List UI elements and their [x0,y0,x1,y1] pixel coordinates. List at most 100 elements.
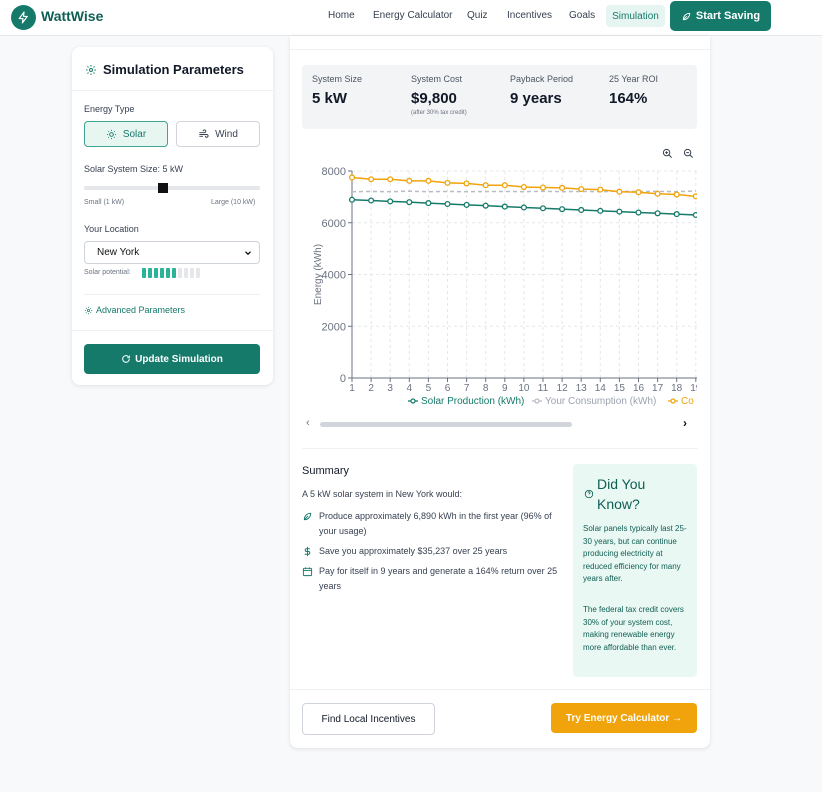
data-point [578,206,585,213]
location-label: Your Location [84,224,139,234]
wind-option-button[interactable]: Wind [176,121,260,147]
chevron-right-icon[interactable]: › [683,416,687,430]
app-name[interactable]: WattWise [41,8,103,24]
y-tick-label: 8000 [322,166,346,178]
zoom-out-icon[interactable] [683,148,694,159]
stat-value: 5 kW [312,90,348,107]
x-tick-label: 16 [633,383,645,394]
start-saving-button[interactable]: Start Saving [670,1,771,31]
data-point [520,183,527,191]
legend-swatch [534,398,540,404]
slider-max-label: Large (10 kW) [211,199,256,206]
data-point [425,200,432,207]
refresh-icon [122,355,130,363]
divider [84,294,260,295]
nav-goals[interactable]: Goals [569,10,595,21]
zoom-in-icon[interactable] [662,148,673,159]
stat-subtext: (after 30% tax credit) [411,110,467,116]
gear-icon [84,306,93,314]
stat-value: $9,800 [411,90,457,107]
x-tick-label: 17 [652,383,664,394]
solar-option-button[interactable]: Solar [84,121,168,147]
data-point [444,179,451,186]
data-point [444,200,451,208]
legend-label: Co [681,396,694,407]
y-tick-label: 2000 [322,321,346,333]
potential-bar [142,268,146,278]
x-tick-label: 13 [576,383,588,394]
data-point [348,174,356,181]
update-simulation-button[interactable]: Update Simulation [84,344,260,374]
divider [290,689,710,690]
try-energy-calculator-button[interactable]: Try Energy Calculator → [551,703,697,733]
find-local-incentives-button[interactable]: Find Local Incentives [302,703,435,735]
chart-scrollbar[interactable] [320,422,572,427]
summary-item: Save you approximately $35,237 over 25 y… [302,544,567,559]
x-tick-label: 6 [445,383,451,394]
data-point [559,206,566,213]
leaf-icon [303,512,312,521]
nav-incentives[interactable]: Incentives [507,10,552,21]
data-point [406,199,413,206]
nav-quiz[interactable]: Quiz [467,10,488,21]
nav-home[interactable]: Home [328,10,355,21]
data-point [673,191,680,198]
sun-icon [106,129,116,139]
legend-swatch [410,398,416,404]
x-tick-label: 15 [614,383,626,394]
chevron-left-icon[interactable]: ‹ [306,417,310,429]
solar-potential-meter [142,268,200,278]
potential-bar [178,268,182,278]
x-tick-label: 11 [538,383,549,394]
location-select[interactable]: New York [84,241,260,264]
data-point [692,193,697,200]
chevron-down-icon [245,251,251,256]
simulation-results-card: System Size 5 kW System Cost $9,800 (aft… [290,36,710,748]
x-tick-label: 4 [407,383,413,394]
top-navbar: WattWise Home Energy Calculator Quiz Inc… [0,0,822,36]
bolt-icon[interactable] [11,5,36,30]
x-tick-label: 3 [387,383,393,394]
potential-bar [166,268,170,278]
data-point [635,189,642,196]
stat-label: System Cost [411,74,463,84]
nav-simulation[interactable]: Simulation [606,5,665,27]
x-tick-label: 7 [464,383,470,394]
data-point [597,207,604,214]
system-size-label: Solar System Size: 5 kW [84,164,184,174]
data-point [539,205,547,212]
potential-bar [196,268,200,278]
data-point [578,186,585,193]
data-point [654,190,661,197]
data-point [539,184,547,191]
summary-intro: A 5 kW solar system in New York would: [302,489,463,499]
stat-label: Payback Period [510,74,574,84]
potential-bar [190,268,194,278]
data-point [387,176,394,183]
slider-min-label: Small (1 kW) [84,199,125,206]
data-point [463,201,470,208]
simulation-parameters-panel: Simulation Parameters Energy Type Solar … [72,47,273,385]
did-you-know-text: The federal tax credit covers 30% of you… [583,605,684,652]
divider [302,448,698,449]
stat-label: System Size [312,74,363,84]
start-saving-label: Start Saving [695,10,761,22]
system-size-slider[interactable] [84,186,260,190]
series-line [351,190,696,193]
advanced-parameters-link[interactable]: Advanced Parameters [84,305,185,315]
gear-icon [86,64,96,75]
data-point [482,182,489,189]
slider-thumb[interactable] [158,183,168,193]
data-point [597,186,604,193]
potential-bar [172,268,176,278]
stat-value: 164% [609,90,648,107]
data-point [616,208,623,215]
nav-energy-calculator[interactable]: Energy Calculator [373,10,452,21]
wind-icon [199,128,209,138]
data-point [368,176,375,183]
data-point [520,204,527,211]
data-point [406,177,413,184]
data-point [463,180,470,187]
y-axis-label: Energy (kWh) [313,244,324,305]
y-tick-label: 4000 [322,270,346,282]
